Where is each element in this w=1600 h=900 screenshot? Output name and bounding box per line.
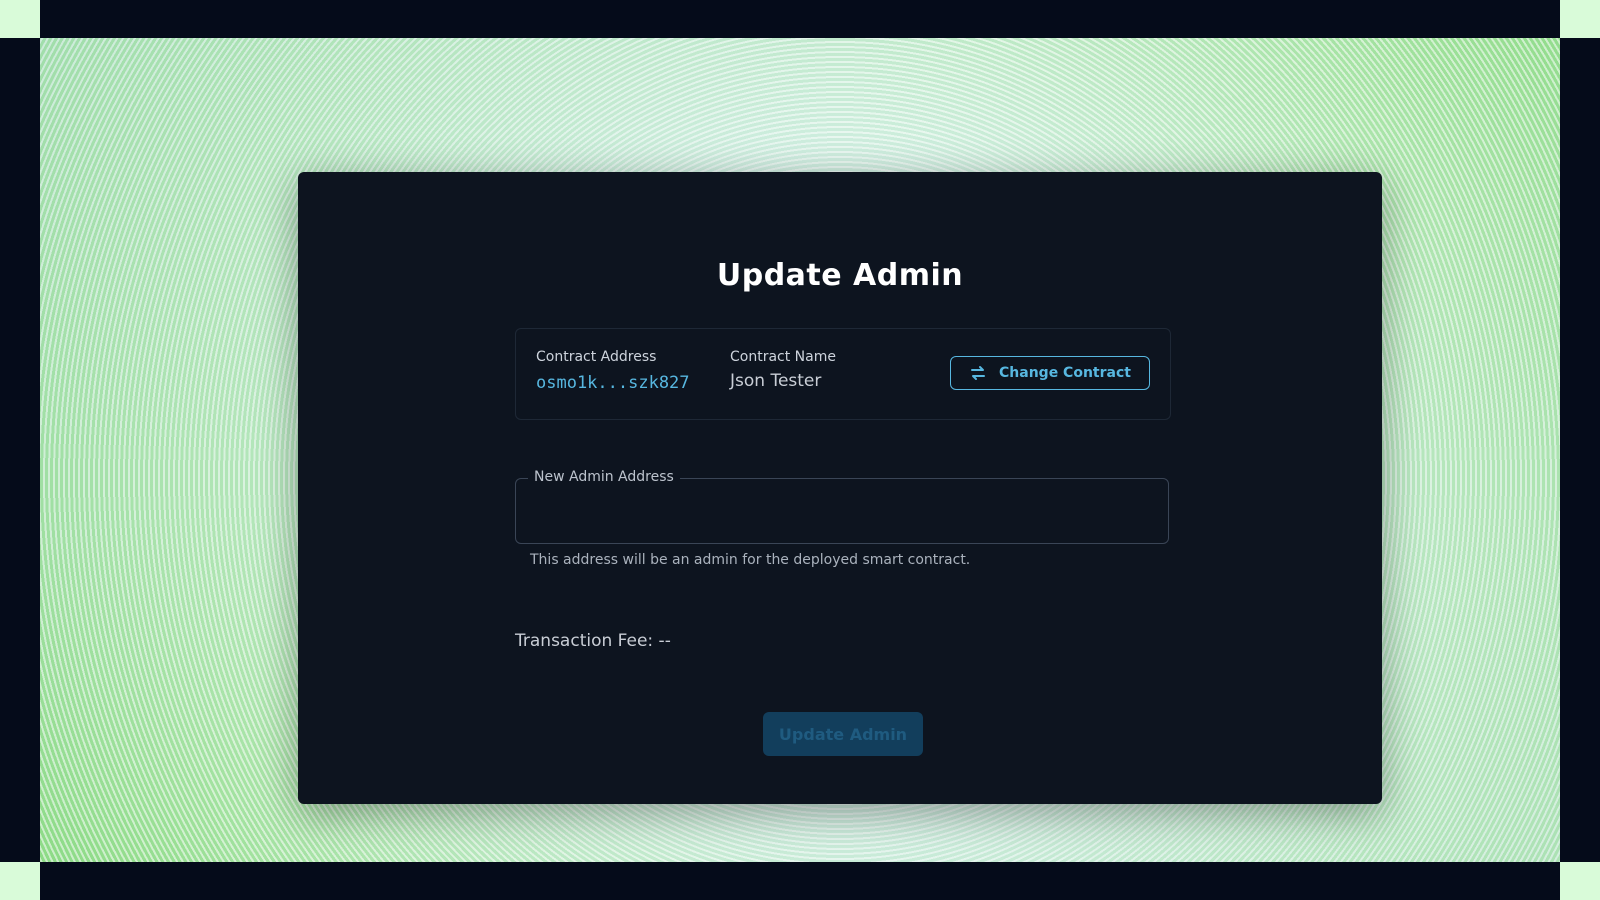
corner-block-bottom-left [0,862,40,900]
update-admin-card: Update Admin Contract Address osmo1k...s… [298,172,1382,804]
new-admin-address-input[interactable] [516,479,1168,543]
contract-name-value: Json Tester [730,371,822,391]
change-contract-button[interactable]: Change Contract [950,356,1150,390]
new-admin-helper-text: This address will be an admin for the de… [530,552,971,568]
update-admin-button[interactable]: Update Admin [763,712,923,756]
contract-name-label: Contract Name [730,349,836,365]
change-contract-label: Change Contract [999,365,1131,381]
page-title: Update Admin [716,258,964,293]
contract-info-box: Contract Address osmo1k...szk827 Contrac… [515,328,1171,420]
corner-block-top-left [0,0,40,38]
background-pattern: Update Admin Contract Address osmo1k...s… [40,38,1560,862]
new-admin-address-label: New Admin Address [528,469,680,485]
transaction-fee-text: Transaction Fee: -- [515,631,671,651]
corner-block-bottom-right [1560,862,1600,900]
corner-block-top-right [1560,0,1600,38]
contract-address-label: Contract Address [536,349,657,365]
contract-address-value: osmo1k...szk827 [536,373,690,393]
new-admin-address-field: New Admin Address [515,469,1169,544]
swap-arrows-icon [969,365,987,381]
